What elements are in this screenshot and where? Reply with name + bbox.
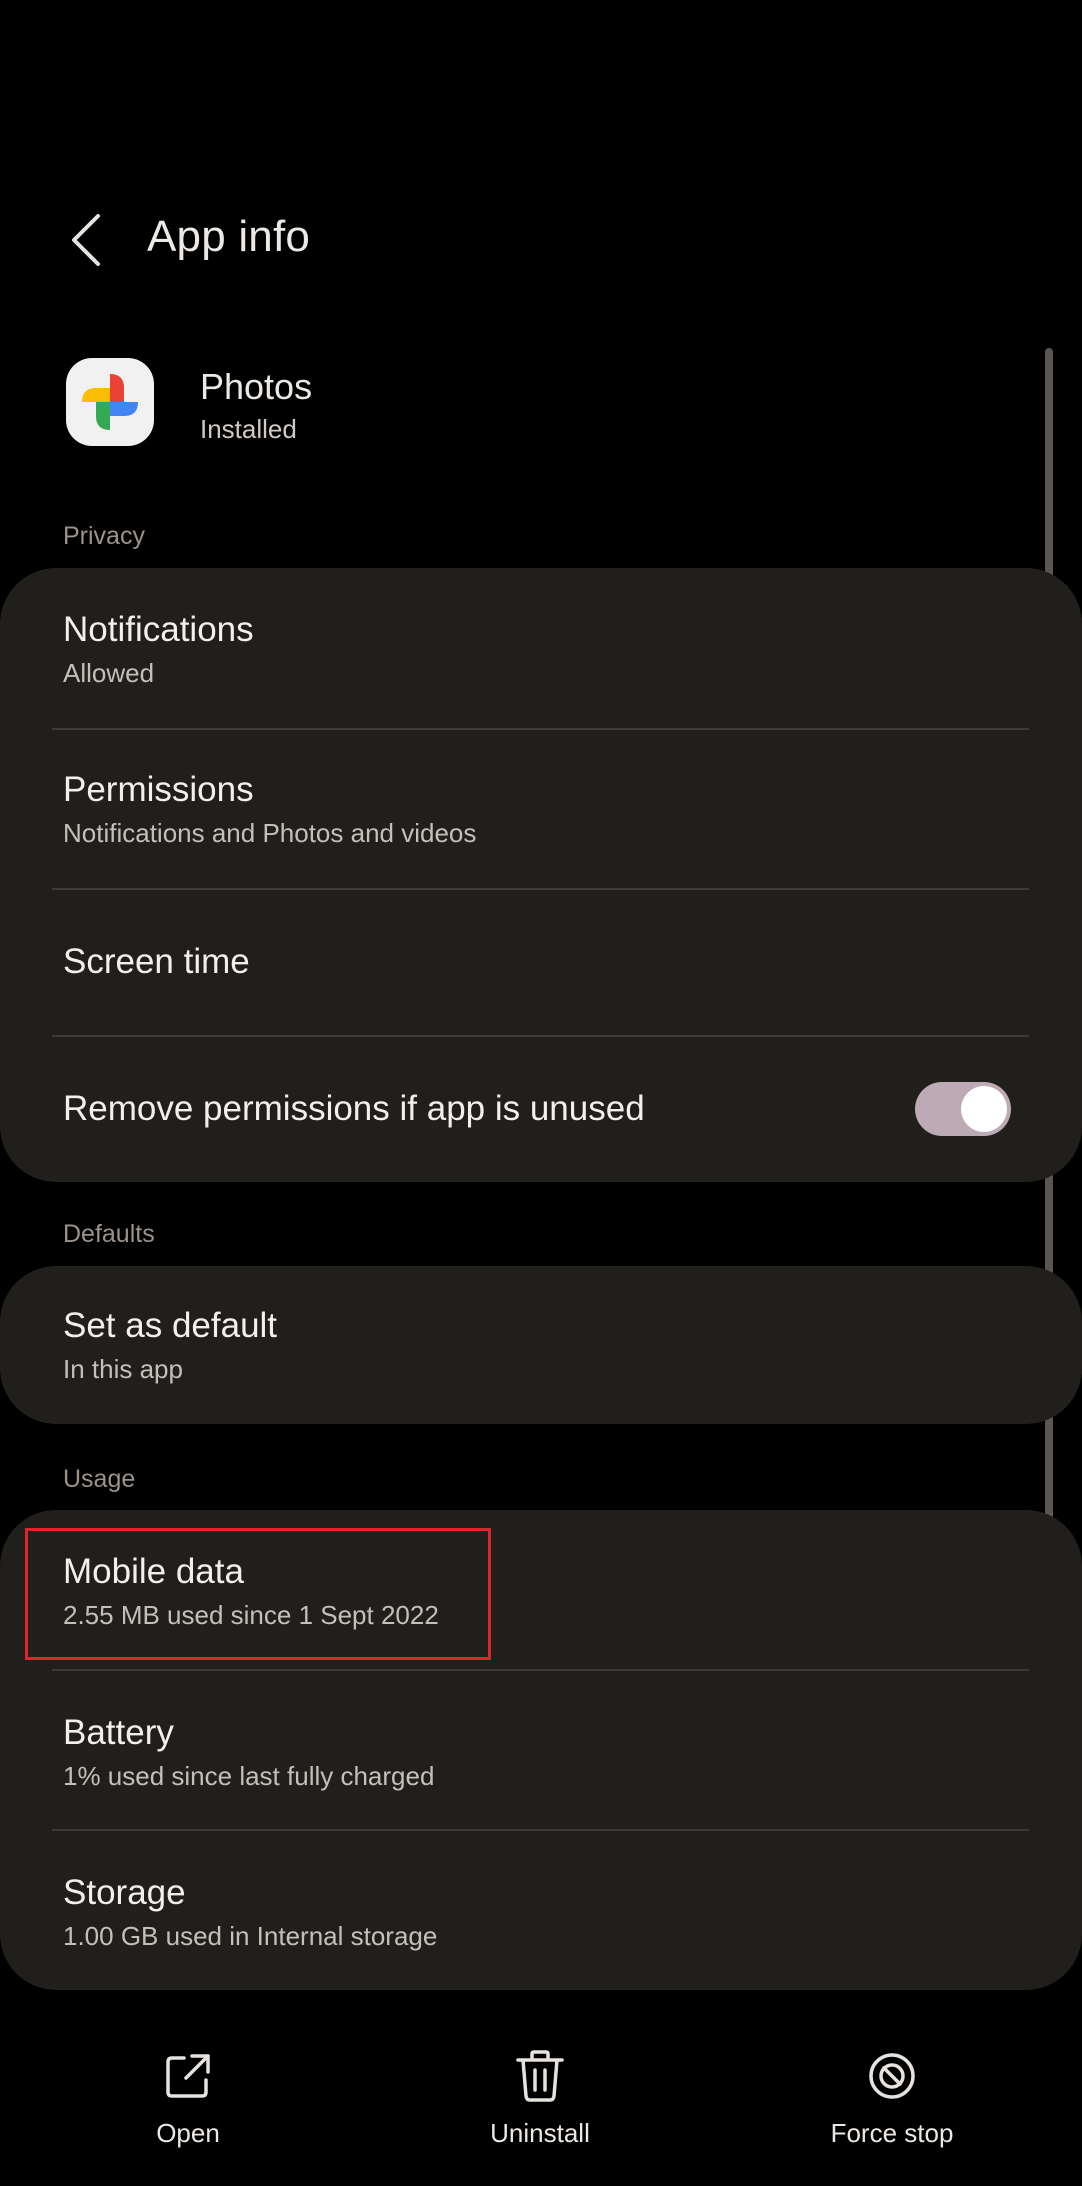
item-title: Screen time (63, 942, 250, 981)
force-stop-icon (864, 2048, 920, 2104)
trash-icon (512, 2048, 568, 2104)
item-subtitle: In this app (63, 1354, 183, 1384)
defaults-card: Set as default In this app (0, 1266, 1082, 1424)
remove-permissions-toggle[interactable] (915, 1082, 1011, 1136)
list-item-storage[interactable]: Storage 1.00 GB used in Internal storage (0, 1831, 1082, 1990)
open-button[interactable]: Open (78, 2030, 298, 2160)
action-label: Force stop (830, 2118, 954, 2148)
toggle-knob (961, 1086, 1007, 1132)
item-title: Notifications (63, 610, 254, 649)
list-item-remove-permissions[interactable]: Remove permissions if app is unused (0, 1037, 1082, 1182)
list-item-notifications[interactable]: Notifications Allowed (0, 568, 1082, 730)
app-header: Photos Installed (0, 352, 1082, 452)
item-subtitle: Notifications and Photos and videos (63, 818, 477, 848)
list-item-permissions[interactable]: Permissions Notifications and Photos and… (0, 730, 1082, 890)
item-title: Remove permissions if app is unused (63, 1089, 645, 1128)
app-name: Photos (200, 366, 313, 407)
app-install-status: Installed (200, 414, 297, 444)
item-title: Battery (63, 1713, 174, 1752)
list-item-screen-time[interactable]: Screen time (0, 890, 1082, 1036)
privacy-card: Notifications Allowed Permissions Notifi… (0, 568, 1082, 1182)
action-label: Uninstall (490, 2118, 590, 2148)
item-subtitle: Allowed (63, 658, 155, 688)
section-label-usage: Usage (63, 1465, 136, 1493)
list-item-set-as-default[interactable]: Set as default In this app (0, 1266, 1082, 1424)
force-stop-button[interactable]: Force stop (782, 2030, 1002, 2160)
highlight-box (25, 1528, 491, 1660)
section-label-privacy: Privacy (63, 522, 145, 550)
item-subtitle: 1.00 GB used in Internal storage (63, 1921, 438, 1951)
item-title: Set as default (63, 1306, 278, 1345)
open-external-icon (160, 2048, 216, 2104)
action-label: Open (156, 2118, 220, 2148)
google-photos-pinwheel-icon (66, 358, 154, 446)
app-bar: App info (0, 190, 1082, 290)
item-title: Storage (63, 1873, 186, 1912)
section-label-defaults: Defaults (63, 1220, 155, 1248)
page-title: App info (147, 212, 311, 261)
item-title: Permissions (63, 770, 254, 809)
back-button[interactable] (50, 198, 120, 282)
chevron-left-icon (72, 214, 100, 266)
list-item-battery[interactable]: Battery 1% used since last fully charged (0, 1671, 1082, 1830)
item-subtitle: 1% used since last fully charged (63, 1761, 435, 1791)
uninstall-button[interactable]: Uninstall (430, 2030, 650, 2160)
bottom-action-bar: Open Uninstall Force stop (0, 2030, 1082, 2186)
